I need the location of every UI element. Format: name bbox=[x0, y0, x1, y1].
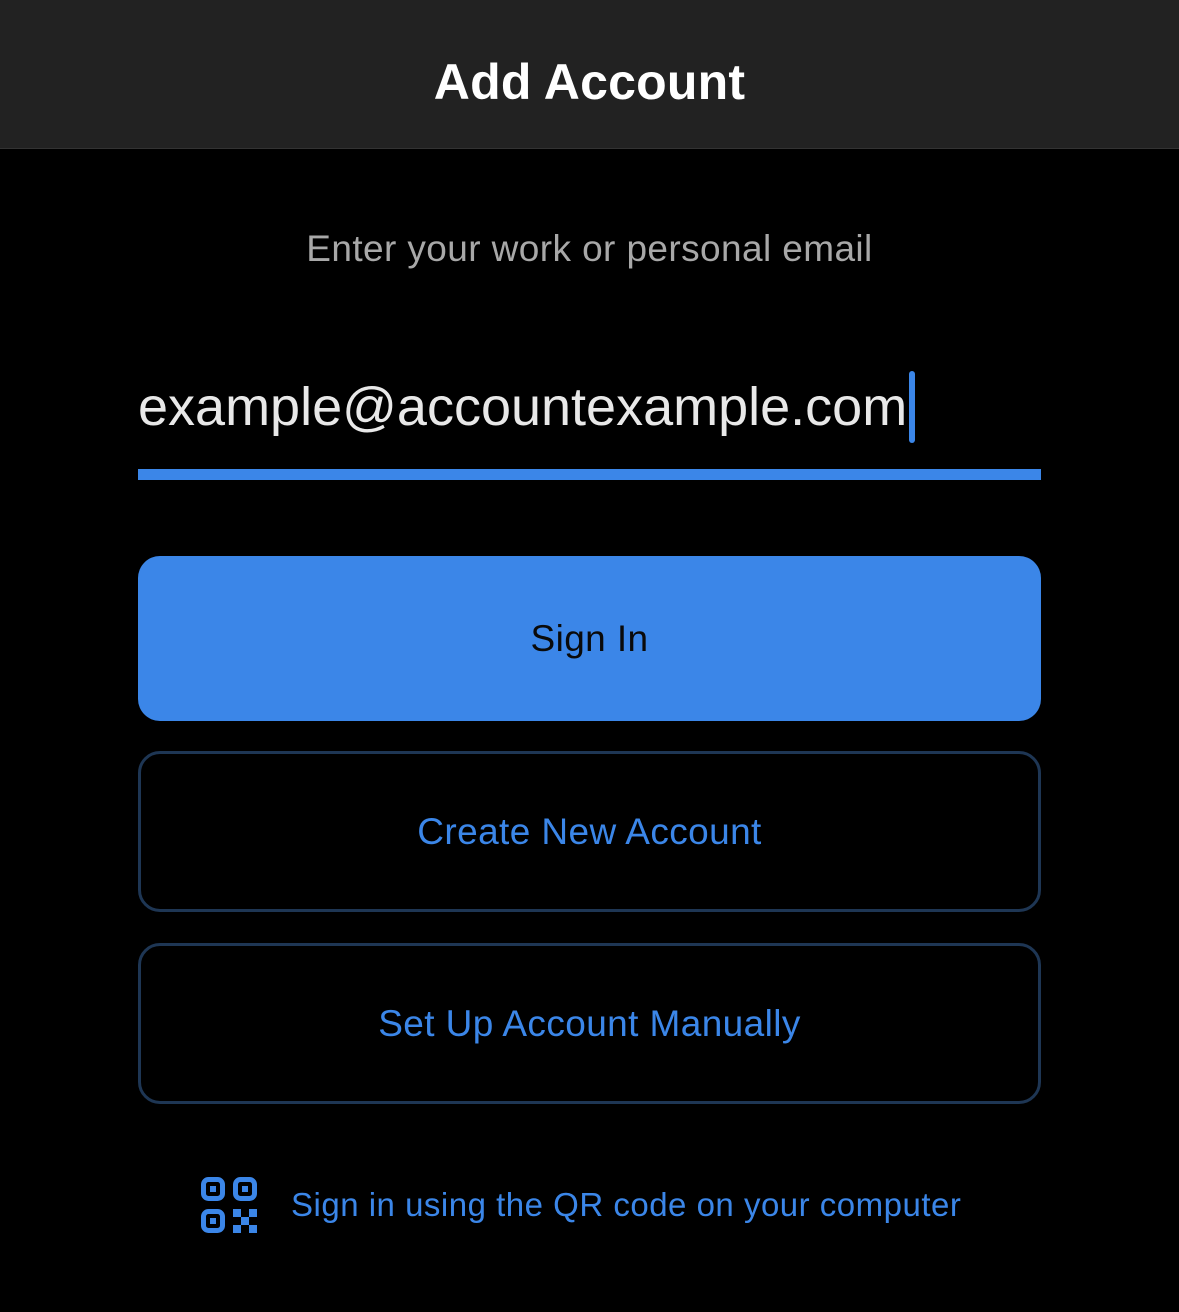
create-new-account-button[interactable]: Create New Account bbox=[138, 751, 1041, 912]
create-new-account-button-label: Create New Account bbox=[417, 810, 762, 852]
set-up-account-manually-button-label: Set Up Account Manually bbox=[378, 1002, 801, 1044]
set-up-account-manually-button[interactable]: Set Up Account Manually bbox=[138, 943, 1041, 1104]
email-input[interactable]: example@accountexample.com bbox=[138, 371, 916, 443]
qr-sign-in-label: Sign in using the QR code on your comput… bbox=[291, 1186, 962, 1223]
qr-sign-in-link[interactable]: Sign in using the QR code on your comput… bbox=[200, 1176, 961, 1234]
text-cursor bbox=[909, 371, 916, 443]
email-field[interactable]: example@accountexample.com bbox=[138, 352, 1041, 480]
email-prompt: Enter your work or personal email bbox=[306, 228, 873, 269]
qr-code-icon bbox=[201, 1177, 257, 1233]
email-field-underline bbox=[138, 469, 1041, 480]
navigation-bar: Add Account bbox=[0, 0, 1179, 149]
sign-in-button-label: Sign In bbox=[530, 617, 649, 659]
email-input-value: example@accountexample.com bbox=[138, 377, 908, 437]
sign-in-button[interactable]: Sign In bbox=[138, 556, 1041, 721]
page-title: Add Account bbox=[433, 54, 746, 110]
